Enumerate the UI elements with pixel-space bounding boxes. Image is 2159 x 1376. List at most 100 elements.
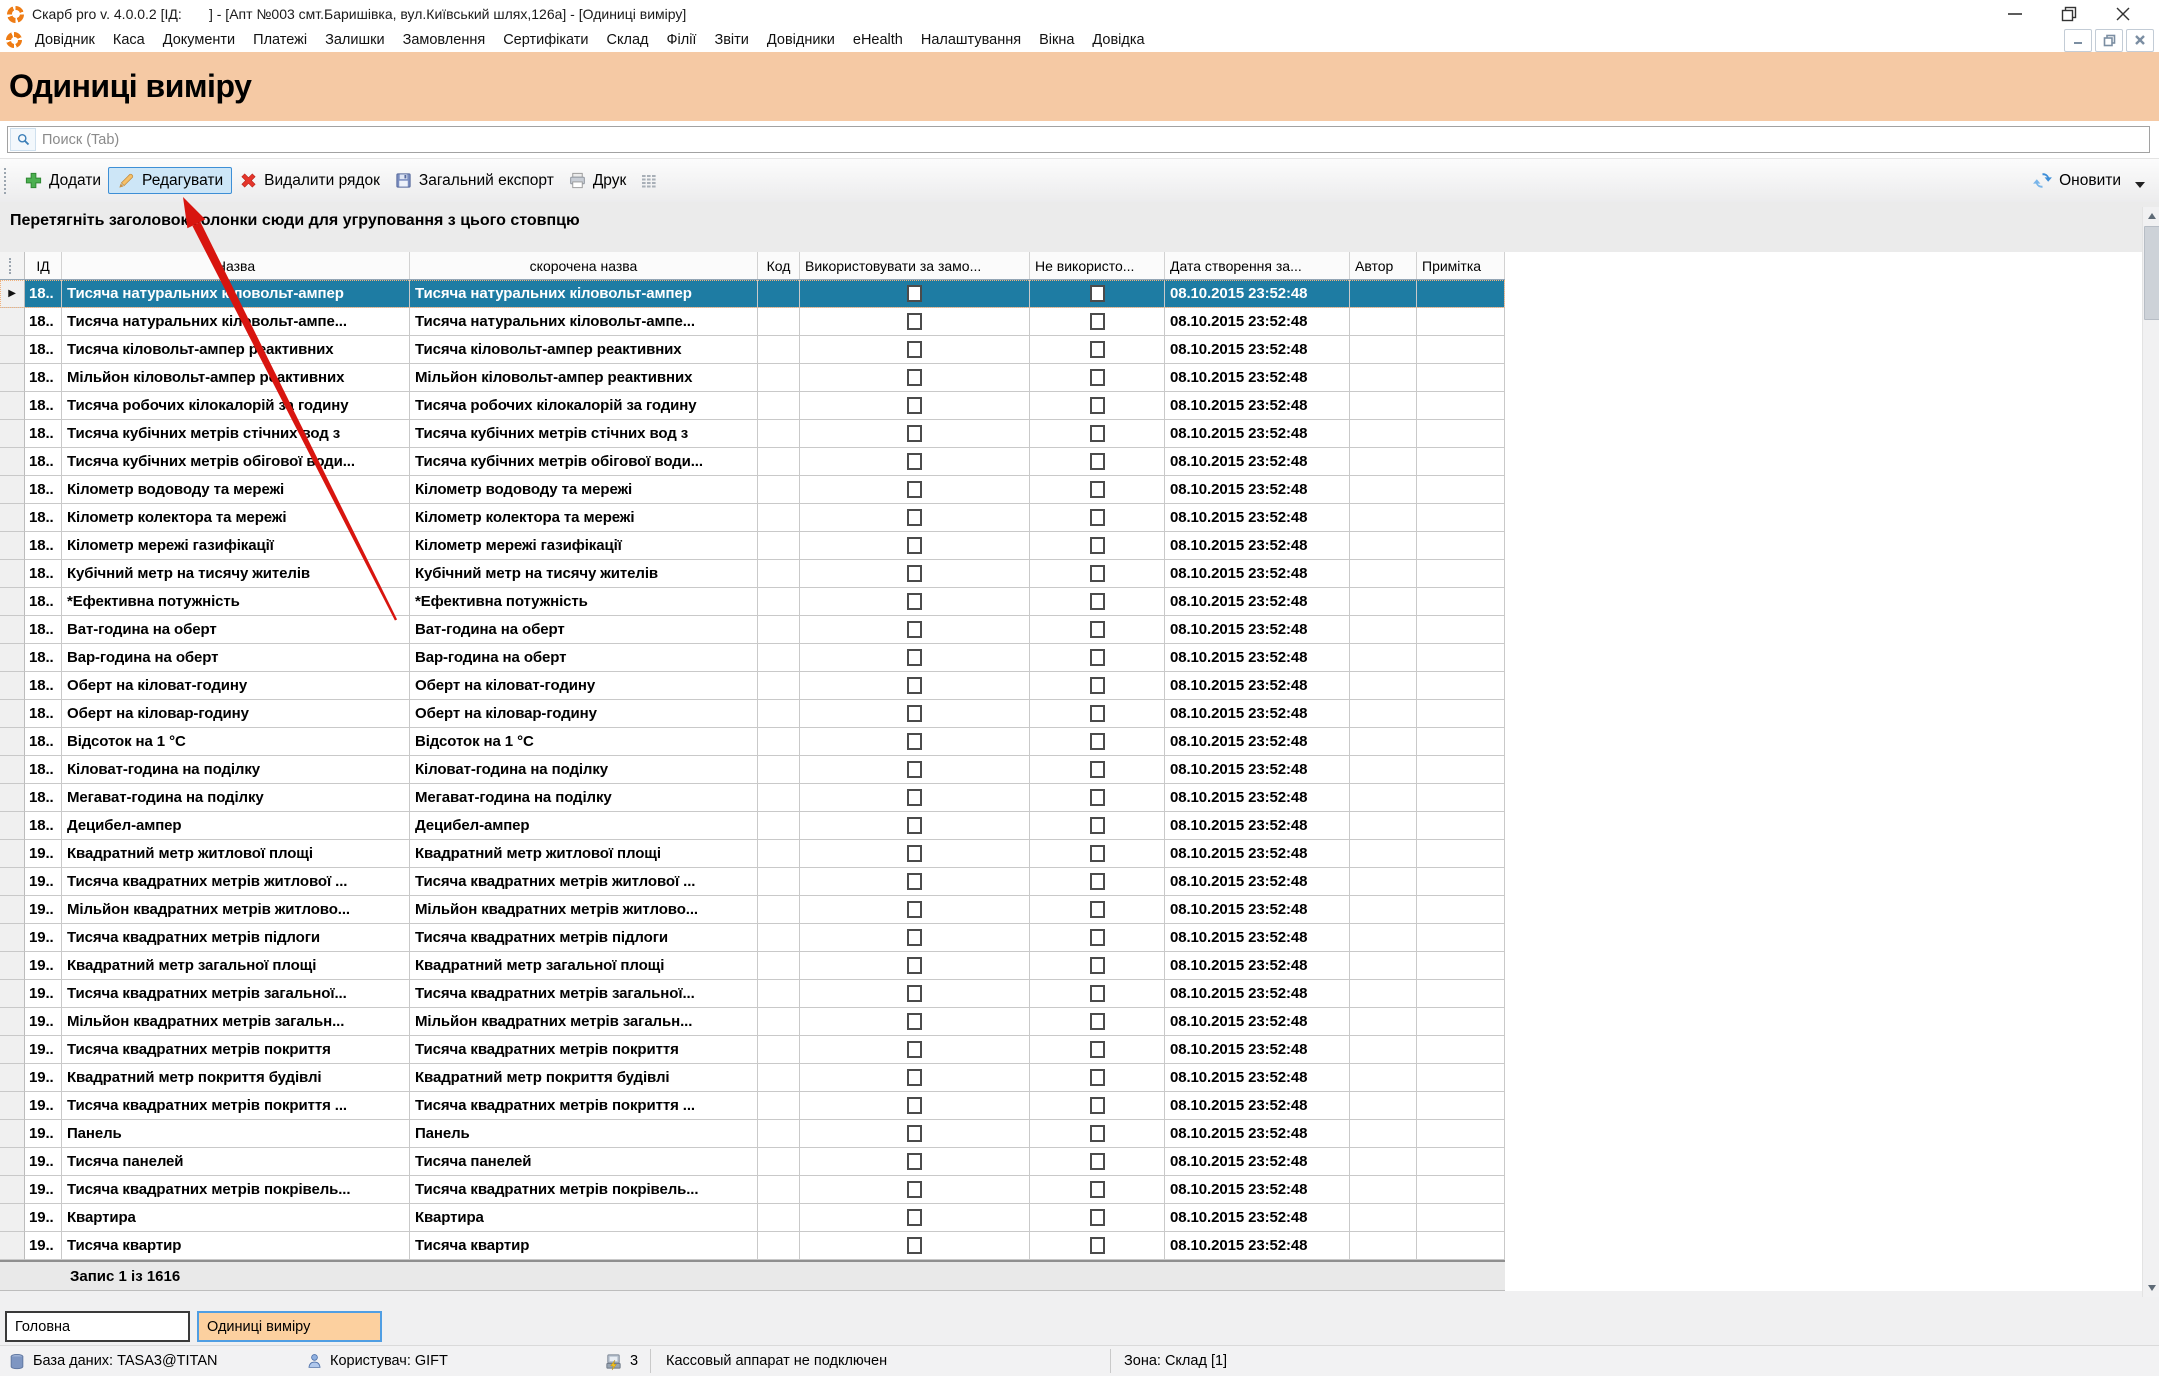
column-header[interactable]: Код [758, 252, 800, 279]
checkbox-not-used[interactable] [1090, 873, 1105, 890]
table-row[interactable]: 19..Тисяча квадратних метрів покрівель..… [0, 1176, 1505, 1204]
checkbox-use-by-default[interactable] [907, 1013, 922, 1030]
menu-item[interactable]: Вікна [1030, 32, 1083, 48]
refresh-button[interactable]: Оновити [2025, 166, 2128, 195]
checkbox-use-by-default[interactable] [907, 1209, 922, 1226]
checkbox-use-by-default[interactable] [907, 1097, 922, 1114]
search-box[interactable] [7, 126, 2150, 153]
checkbox-not-used[interactable] [1090, 565, 1105, 582]
checkbox-use-by-default[interactable] [907, 285, 922, 302]
checkbox-not-used[interactable] [1090, 621, 1105, 638]
column-header[interactable]: скорочена назва [410, 252, 758, 279]
scroll-down-icon[interactable] [2143, 1279, 2159, 1297]
table-row[interactable]: 19..Тисяча квадратних метрів житлової ..… [0, 868, 1505, 896]
checkbox-not-used[interactable] [1090, 957, 1105, 974]
table-row[interactable]: 19..Тисяча квартирТисяча квартир08.10.20… [0, 1232, 1505, 1260]
checkbox-use-by-default[interactable] [907, 425, 922, 442]
edit-button[interactable]: Редагувати [108, 167, 232, 194]
checkbox-use-by-default[interactable] [907, 1153, 922, 1170]
checkbox-use-by-default[interactable] [907, 1041, 922, 1058]
checkbox-not-used[interactable] [1090, 397, 1105, 414]
search-input[interactable] [38, 131, 2149, 149]
mdi-close-icon[interactable] [2126, 29, 2154, 52]
checkbox-not-used[interactable] [1090, 1153, 1105, 1170]
checkbox-use-by-default[interactable] [907, 565, 922, 582]
checkbox-use-by-default[interactable] [907, 901, 922, 918]
menu-item[interactable]: Налаштування [912, 32, 1030, 48]
table-row[interactable]: 18..Тисяча кіловольт-ампер реактивнихТис… [0, 336, 1505, 364]
close-icon[interactable] [2111, 3, 2135, 25]
table-row[interactable]: 18..Децибел-амперДецибел-ампер08.10.2015… [0, 812, 1505, 840]
add-button[interactable]: Додати [17, 167, 108, 194]
column-header[interactable]: Примітка [1417, 252, 1505, 279]
checkbox-use-by-default[interactable] [907, 845, 922, 862]
checkbox-not-used[interactable] [1090, 1013, 1105, 1030]
checkbox-use-by-default[interactable] [907, 481, 922, 498]
table-row[interactable]: 18..Кілометр водоводу та мережіКілометр … [0, 476, 1505, 504]
checkbox-use-by-default[interactable] [907, 677, 922, 694]
menu-item[interactable]: Довідники [758, 32, 844, 48]
checkbox-not-used[interactable] [1090, 509, 1105, 526]
menu-item[interactable]: Довідка [1083, 32, 1153, 48]
checkbox-not-used[interactable] [1090, 1125, 1105, 1142]
mdi-minimize-icon[interactable] [2064, 29, 2092, 52]
column-header[interactable]: Автор [1350, 252, 1417, 279]
table-row[interactable]: 19..Квадратний метр житлової площіКвадра… [0, 840, 1505, 868]
table-row[interactable]: 18..Тисяча кубічних метрів стічних вод з… [0, 420, 1505, 448]
checkbox-not-used[interactable] [1090, 285, 1105, 302]
table-row[interactable]: 18..Кілометр колектора та мережіКілометр… [0, 504, 1505, 532]
menu-item[interactable]: eHealth [844, 32, 912, 48]
column-header[interactable]: Використовувати за замо... [800, 252, 1030, 279]
table-row[interactable]: 19..КвартираКвартира08.10.2015 23:52:48 [0, 1204, 1505, 1232]
export-button[interactable]: Загальний експорт [387, 167, 561, 194]
checkbox-use-by-default[interactable] [907, 509, 922, 526]
column-header[interactable]: Не використо... [1030, 252, 1165, 279]
column-chooser-button[interactable] [633, 168, 665, 194]
menu-item[interactable]: Документи [154, 32, 244, 48]
checkbox-not-used[interactable] [1090, 425, 1105, 442]
table-row[interactable]: 18..Кубічний метр на тисячу жителівКубіч… [0, 560, 1505, 588]
checkbox-use-by-default[interactable] [907, 397, 922, 414]
table-row[interactable]: 19..Тисяча квадратних метрів покриття ..… [0, 1092, 1505, 1120]
table-row[interactable]: 19..Мільйон квадратних метрів загальн...… [0, 1008, 1505, 1036]
checkbox-not-used[interactable] [1090, 817, 1105, 834]
table-row[interactable]: 19..Мільйон квадратних метрів житлово...… [0, 896, 1505, 924]
mdi-restore-icon[interactable] [2095, 29, 2123, 52]
menu-item[interactable]: Склад [598, 32, 658, 48]
checkbox-not-used[interactable] [1090, 537, 1105, 554]
table-row[interactable]: 19..Тисяча квадратних метрів загальної..… [0, 980, 1505, 1008]
checkbox-not-used[interactable] [1090, 1069, 1105, 1086]
menu-item[interactable]: Сертифікати [494, 32, 597, 48]
checkbox-not-used[interactable] [1090, 733, 1105, 750]
checkbox-use-by-default[interactable] [907, 873, 922, 890]
checkbox-not-used[interactable] [1090, 929, 1105, 946]
tab-units-of-measure[interactable]: Одиниці виміру [197, 1311, 382, 1342]
checkbox-not-used[interactable] [1090, 481, 1105, 498]
checkbox-not-used[interactable] [1090, 845, 1105, 862]
checkbox-not-used[interactable] [1090, 1237, 1105, 1254]
column-header[interactable]: ІД [25, 252, 62, 279]
checkbox-use-by-default[interactable] [907, 957, 922, 974]
table-row[interactable]: 19..Квадратний метр загальної площіКвадр… [0, 952, 1505, 980]
refresh-dropdown-icon[interactable] [2135, 182, 2145, 188]
group-by-panel[interactable]: Перетягніть заголовок колонки сюди для у… [0, 202, 2159, 253]
menu-item[interactable]: Залишки [316, 32, 393, 48]
table-row[interactable]: 19..Тисяча квадратних метрів покриттяТис… [0, 1036, 1505, 1064]
menu-item[interactable]: Філії [657, 32, 705, 48]
table-row[interactable]: 18..Ват-година на обертВат-година на обе… [0, 616, 1505, 644]
checkbox-not-used[interactable] [1090, 985, 1105, 1002]
checkbox-not-used[interactable] [1090, 1041, 1105, 1058]
checkbox-use-by-default[interactable] [907, 649, 922, 666]
table-row[interactable]: 18..Тисяча натуральних кіловольт-ампе...… [0, 308, 1505, 336]
checkbox-use-by-default[interactable] [907, 817, 922, 834]
scroll-up-icon[interactable] [2143, 207, 2159, 225]
checkbox-use-by-default[interactable] [907, 789, 922, 806]
checkbox-use-by-default[interactable] [907, 1125, 922, 1142]
checkbox-not-used[interactable] [1090, 789, 1105, 806]
checkbox-use-by-default[interactable] [907, 453, 922, 470]
checkbox-use-by-default[interactable] [907, 593, 922, 610]
table-row[interactable]: 18..Кіловат-година на поділкуКіловат-год… [0, 756, 1505, 784]
checkbox-not-used[interactable] [1090, 761, 1105, 778]
search-icon[interactable] [10, 128, 36, 151]
checkbox-not-used[interactable] [1090, 649, 1105, 666]
